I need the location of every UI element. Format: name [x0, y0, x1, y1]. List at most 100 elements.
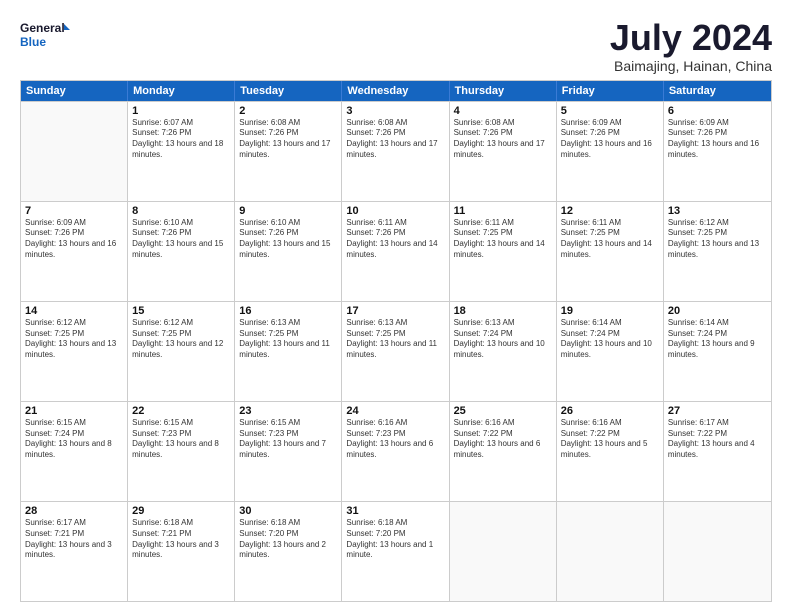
day-number: 15 [132, 305, 230, 317]
day-cell-5: 5 Sunrise: 6:09 AMSunset: 7:26 PMDayligh… [557, 102, 664, 201]
calendar-body: 1 Sunrise: 6:07 AMSunset: 7:26 PMDayligh… [21, 101, 771, 601]
cell-info: Sunrise: 6:08 AMSunset: 7:26 PMDaylight:… [346, 118, 444, 161]
day-number: 5 [561, 105, 659, 117]
day-number: 4 [454, 105, 552, 117]
day-cell-17: 17 Sunrise: 6:13 AMSunset: 7:25 PMDaylig… [342, 302, 449, 401]
day-number: 7 [25, 205, 123, 217]
day-number: 23 [239, 405, 337, 417]
cell-info: Sunrise: 6:11 AMSunset: 7:26 PMDaylight:… [346, 218, 444, 261]
day-cell-26: 26 Sunrise: 6:16 AMSunset: 7:22 PMDaylig… [557, 402, 664, 501]
day-number: 28 [25, 505, 123, 517]
cell-info: Sunrise: 6:11 AMSunset: 7:25 PMDaylight:… [561, 218, 659, 261]
day-number: 11 [454, 205, 552, 217]
day-cell-21: 21 Sunrise: 6:15 AMSunset: 7:24 PMDaylig… [21, 402, 128, 501]
day-number: 12 [561, 205, 659, 217]
day-cell-14: 14 Sunrise: 6:12 AMSunset: 7:25 PMDaylig… [21, 302, 128, 401]
cell-info: Sunrise: 6:17 AMSunset: 7:22 PMDaylight:… [668, 418, 767, 461]
cell-info: Sunrise: 6:12 AMSunset: 7:25 PMDaylight:… [132, 318, 230, 361]
header-day-monday: Monday [128, 81, 235, 101]
cell-info: Sunrise: 6:18 AMSunset: 7:21 PMDaylight:… [132, 518, 230, 561]
cell-info: Sunrise: 6:13 AMSunset: 7:24 PMDaylight:… [454, 318, 552, 361]
logo: General Blue [20, 18, 70, 54]
day-cell-12: 12 Sunrise: 6:11 AMSunset: 7:25 PMDaylig… [557, 202, 664, 301]
day-cell-28: 28 Sunrise: 6:17 AMSunset: 7:21 PMDaylig… [21, 502, 128, 601]
day-number: 24 [346, 405, 444, 417]
cell-info: Sunrise: 6:09 AMSunset: 7:26 PMDaylight:… [561, 118, 659, 161]
month-title: July 2024 [610, 18, 772, 58]
day-cell-1: 1 Sunrise: 6:07 AMSunset: 7:26 PMDayligh… [128, 102, 235, 201]
day-number: 31 [346, 505, 444, 517]
empty-cell [450, 502, 557, 601]
day-cell-22: 22 Sunrise: 6:15 AMSunset: 7:23 PMDaylig… [128, 402, 235, 501]
header-day-wednesday: Wednesday [342, 81, 449, 101]
day-number: 30 [239, 505, 337, 517]
cell-info: Sunrise: 6:16 AMSunset: 7:23 PMDaylight:… [346, 418, 444, 461]
day-cell-20: 20 Sunrise: 6:14 AMSunset: 7:24 PMDaylig… [664, 302, 771, 401]
day-number: 20 [668, 305, 767, 317]
day-number: 18 [454, 305, 552, 317]
page: General Blue July 2024 Baimajing, Hainan… [0, 0, 792, 612]
location-subtitle: Baimajing, Hainan, China [610, 58, 772, 74]
calendar-week-3: 14 Sunrise: 6:12 AMSunset: 7:25 PMDaylig… [21, 301, 771, 401]
calendar-week-4: 21 Sunrise: 6:15 AMSunset: 7:24 PMDaylig… [21, 401, 771, 501]
header-day-thursday: Thursday [450, 81, 557, 101]
day-cell-13: 13 Sunrise: 6:12 AMSunset: 7:25 PMDaylig… [664, 202, 771, 301]
day-cell-9: 9 Sunrise: 6:10 AMSunset: 7:26 PMDayligh… [235, 202, 342, 301]
day-cell-10: 10 Sunrise: 6:11 AMSunset: 7:26 PMDaylig… [342, 202, 449, 301]
calendar-week-2: 7 Sunrise: 6:09 AMSunset: 7:26 PMDayligh… [21, 201, 771, 301]
day-cell-7: 7 Sunrise: 6:09 AMSunset: 7:26 PMDayligh… [21, 202, 128, 301]
calendar-header: SundayMondayTuesdayWednesdayThursdayFrid… [21, 81, 771, 101]
header-day-saturday: Saturday [664, 81, 771, 101]
cell-info: Sunrise: 6:14 AMSunset: 7:24 PMDaylight:… [561, 318, 659, 361]
calendar: SundayMondayTuesdayWednesdayThursdayFrid… [20, 80, 772, 602]
empty-cell [21, 102, 128, 201]
cell-info: Sunrise: 6:13 AMSunset: 7:25 PMDaylight:… [239, 318, 337, 361]
cell-info: Sunrise: 6:12 AMSunset: 7:25 PMDaylight:… [668, 218, 767, 261]
day-cell-27: 27 Sunrise: 6:17 AMSunset: 7:22 PMDaylig… [664, 402, 771, 501]
day-number: 17 [346, 305, 444, 317]
day-number: 21 [25, 405, 123, 417]
cell-info: Sunrise: 6:18 AMSunset: 7:20 PMDaylight:… [239, 518, 337, 561]
day-cell-16: 16 Sunrise: 6:13 AMSunset: 7:25 PMDaylig… [235, 302, 342, 401]
day-number: 13 [668, 205, 767, 217]
day-number: 8 [132, 205, 230, 217]
day-number: 6 [668, 105, 767, 117]
cell-info: Sunrise: 6:07 AMSunset: 7:26 PMDaylight:… [132, 118, 230, 161]
empty-cell [557, 502, 664, 601]
cell-info: Sunrise: 6:12 AMSunset: 7:25 PMDaylight:… [25, 318, 123, 361]
cell-info: Sunrise: 6:16 AMSunset: 7:22 PMDaylight:… [561, 418, 659, 461]
header-day-sunday: Sunday [21, 81, 128, 101]
empty-cell [664, 502, 771, 601]
day-cell-31: 31 Sunrise: 6:18 AMSunset: 7:20 PMDaylig… [342, 502, 449, 601]
cell-info: Sunrise: 6:15 AMSunset: 7:23 PMDaylight:… [239, 418, 337, 461]
day-cell-25: 25 Sunrise: 6:16 AMSunset: 7:22 PMDaylig… [450, 402, 557, 501]
cell-info: Sunrise: 6:08 AMSunset: 7:26 PMDaylight:… [239, 118, 337, 161]
cell-info: Sunrise: 6:14 AMSunset: 7:24 PMDaylight:… [668, 318, 767, 361]
day-cell-11: 11 Sunrise: 6:11 AMSunset: 7:25 PMDaylig… [450, 202, 557, 301]
cell-info: Sunrise: 6:10 AMSunset: 7:26 PMDaylight:… [239, 218, 337, 261]
logo-svg: General Blue [20, 18, 70, 54]
calendar-week-5: 28 Sunrise: 6:17 AMSunset: 7:21 PMDaylig… [21, 501, 771, 601]
day-cell-29: 29 Sunrise: 6:18 AMSunset: 7:21 PMDaylig… [128, 502, 235, 601]
cell-info: Sunrise: 6:18 AMSunset: 7:20 PMDaylight:… [346, 518, 444, 561]
title-block: July 2024 Baimajing, Hainan, China [610, 18, 772, 74]
cell-info: Sunrise: 6:15 AMSunset: 7:23 PMDaylight:… [132, 418, 230, 461]
cell-info: Sunrise: 6:10 AMSunset: 7:26 PMDaylight:… [132, 218, 230, 261]
cell-info: Sunrise: 6:09 AMSunset: 7:26 PMDaylight:… [668, 118, 767, 161]
day-cell-15: 15 Sunrise: 6:12 AMSunset: 7:25 PMDaylig… [128, 302, 235, 401]
calendar-week-1: 1 Sunrise: 6:07 AMSunset: 7:26 PMDayligh… [21, 101, 771, 201]
day-cell-19: 19 Sunrise: 6:14 AMSunset: 7:24 PMDaylig… [557, 302, 664, 401]
cell-info: Sunrise: 6:11 AMSunset: 7:25 PMDaylight:… [454, 218, 552, 261]
day-number: 2 [239, 105, 337, 117]
day-number: 3 [346, 105, 444, 117]
day-cell-23: 23 Sunrise: 6:15 AMSunset: 7:23 PMDaylig… [235, 402, 342, 501]
header-day-tuesday: Tuesday [235, 81, 342, 101]
svg-text:General: General [20, 21, 65, 35]
day-number: 16 [239, 305, 337, 317]
header: General Blue July 2024 Baimajing, Hainan… [20, 18, 772, 74]
day-cell-6: 6 Sunrise: 6:09 AMSunset: 7:26 PMDayligh… [664, 102, 771, 201]
day-number: 9 [239, 205, 337, 217]
cell-info: Sunrise: 6:13 AMSunset: 7:25 PMDaylight:… [346, 318, 444, 361]
day-number: 14 [25, 305, 123, 317]
day-number: 1 [132, 105, 230, 117]
